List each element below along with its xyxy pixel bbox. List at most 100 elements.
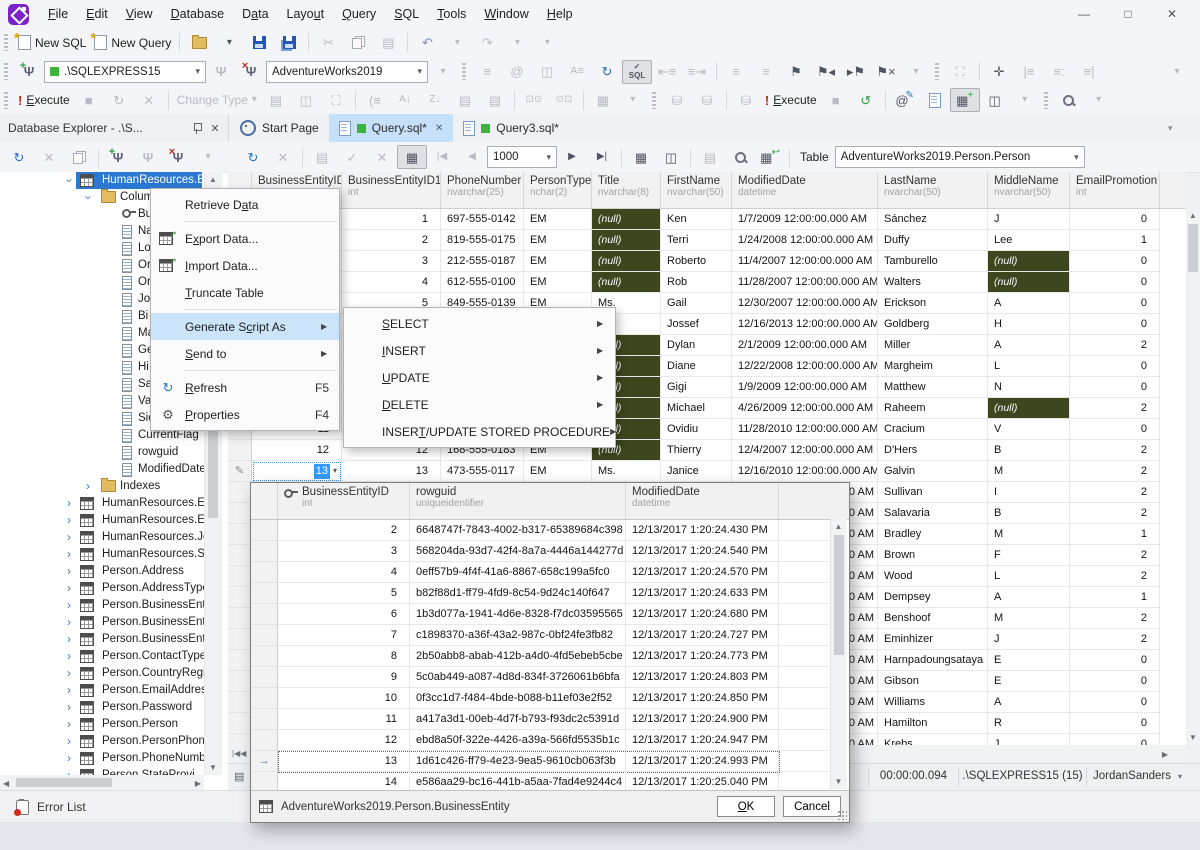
popup-column-header-rowguid[interactable]: rowguiduniqueidentifier	[410, 483, 626, 519]
cell-rowguid[interactable]: 0eff57b9-4f4f-41a6-8867-658c199a5fc0	[410, 562, 626, 583]
cell-modifieddate[interactable]: 12/13/2017 1:20:24.900 PM	[626, 709, 779, 730]
show-panel-button[interactable]: ◫	[291, 88, 321, 112]
chevron-collapsed-icon[interactable]: ›	[64, 614, 74, 631]
grid-vertical-scrollbar[interactable]: ▲ ▼	[1186, 208, 1200, 745]
popup-row-header[interactable]	[251, 730, 278, 751]
database-dropdown[interactable]: ▾	[428, 60, 458, 84]
cell-lastname[interactable]: Bradley	[878, 524, 988, 545]
menu-layout[interactable]: Layout	[278, 7, 334, 21]
cell-emailpromotion[interactable]: 2	[1070, 440, 1160, 461]
cell-businessentityid1[interactable]: 1	[342, 209, 441, 230]
cell-emailpromotion[interactable]: 0	[1070, 209, 1160, 230]
cell-modifieddate[interactable]: 12/13/2017 1:20:24.540 PM	[626, 541, 779, 562]
cell-modifieddate[interactable]: 4/26/2009 12:00:00.000 AM	[732, 398, 878, 419]
quick-find-button[interactable]	[725, 145, 755, 169]
tree-item-person-businessentit[interactable]: ›Person.BusinessEntit	[0, 597, 204, 614]
cell-firstname[interactable]: Terri	[661, 230, 732, 251]
explorer-copy-button[interactable]	[64, 145, 94, 169]
cell-rowguid[interactable]: 1b3d077a-1941-4d6e-8328-f7dc03595565	[410, 604, 626, 625]
toolbar-grip[interactable]	[652, 92, 656, 109]
popup-row-header[interactable]	[251, 667, 278, 688]
cell-modifieddate[interactable]: 12/13/2017 1:20:25.040 PM	[626, 772, 779, 790]
cell-lastname[interactable]: Erickson	[878, 293, 988, 314]
cell-firstname[interactable]: Rob	[661, 272, 732, 293]
redo-button[interactable]: ↷	[472, 31, 502, 55]
cell-emailpromotion[interactable]: 1	[1070, 230, 1160, 251]
cell-middlename[interactable]: L	[988, 566, 1070, 587]
tree-item-indexes[interactable]: ›Indexes	[0, 478, 204, 495]
cell-emailpromotion[interactable]: 2	[1070, 608, 1160, 629]
tree-item-person-contacttype[interactable]: ›Person.ContactType	[0, 648, 204, 665]
cell-persontype[interactable]: EM	[524, 251, 592, 272]
cell-modifieddate[interactable]: 12/30/2007 12:00:00.000 AM	[732, 293, 878, 314]
explorer-connect-button[interactable]: Ψ	[133, 145, 163, 169]
cell-lastname[interactable]: Brown	[878, 545, 988, 566]
cell-title[interactable]: (null)	[592, 209, 661, 230]
cell-lastname[interactable]: Tamburello	[878, 251, 988, 272]
cell-businessentityid[interactable]: 2	[278, 520, 410, 541]
toolbar-options-dropdown[interactable]: ▾	[1162, 60, 1192, 84]
cell-rowguid[interactable]: a417a3d1-00eb-4d7f-b793-f93dc2c5391d	[410, 709, 626, 730]
cell-businessentityid[interactable]: 5	[278, 583, 410, 604]
email-button[interactable]: @	[502, 60, 532, 84]
menu-file[interactable]: File	[39, 7, 77, 21]
edit-document-button[interactable]	[920, 88, 950, 112]
column-header-lastname[interactable]: LastNamenvarchar(50)	[878, 172, 988, 208]
cell-emailpromotion[interactable]: 0	[1070, 713, 1160, 734]
cell-lastname[interactable]: Margheim	[878, 356, 988, 377]
context-menu-item-retrieve-data[interactable]: Retrieve Data	[151, 191, 339, 218]
popup-column-header-modifieddate[interactable]: ModifiedDatedatetime	[626, 483, 779, 519]
disconnect-button[interactable]: Ψ×	[236, 60, 266, 84]
menu-query[interactable]: Query	[333, 7, 385, 21]
cell-rowguid[interactable]: e586aa29-bc16-441b-a5aa-7fad4e9244c4	[410, 772, 626, 790]
cell-modifieddate[interactable]: 12/13/2017 1:20:24.727 PM	[626, 625, 779, 646]
column-header-middlename[interactable]: MiddleNamenvarchar(50)	[988, 172, 1070, 208]
status-user-dropdown-icon[interactable]: ▾	[1178, 772, 1182, 781]
tree-item-person-personphone[interactable]: ›Person.PersonPhone	[0, 733, 204, 750]
popup-row[interactable]: 12ebd8a50f-322e-4426-a39a-566fd5535b1c12…	[251, 730, 849, 751]
chevron-collapsed-icon[interactable]: ›	[64, 767, 74, 775]
cell-middlename[interactable]: (null)	[988, 251, 1070, 272]
cell-rowguid[interactable]: c1898370-a36f-43a2-987c-0bf24fe3fb82	[410, 625, 626, 646]
layout-dropdown[interactable]: ▾	[1010, 88, 1040, 112]
popup-row[interactable]: 40eff57b9-4f4f-41a6-8867-658c199a5fc012/…	[251, 562, 849, 583]
uncomment-button[interactable]: ≡	[751, 60, 781, 84]
cell-middlename[interactable]: V	[988, 419, 1070, 440]
import-export-button[interactable]: ▤	[307, 145, 337, 169]
cell-businessentityid[interactable]: 8	[278, 646, 410, 667]
cell-modifieddate[interactable]: 12/13/2017 1:20:24.680 PM	[626, 604, 779, 625]
cell-modifieddate[interactable]: 1/9/2009 12:00:00.000 AM	[732, 377, 878, 398]
cell-businessentityid[interactable]: 13▾	[252, 461, 342, 482]
popup-row[interactable]: 26648747f-7843-4002-b317-65389684c39812/…	[251, 520, 849, 541]
cell-middlename[interactable]: I	[988, 482, 1070, 503]
tree-item-person-businessentit[interactable]: ›Person.BusinessEntit	[0, 631, 204, 648]
decrease-indent-button[interactable]: ⇤≡	[652, 60, 682, 84]
cell-lastname[interactable]: Harnpadoungsataya	[878, 650, 988, 671]
popup-row[interactable]: 82b50abb8-abab-412b-a4d0-4fd5ebeb5cbe12/…	[251, 646, 849, 667]
cell-middlename[interactable]: E	[988, 650, 1070, 671]
cell-rowguid[interactable]: 6648747f-7843-4002-b317-65389684c398	[410, 520, 626, 541]
cell-firstname[interactable]: Gail	[661, 293, 732, 314]
popup-row-header[interactable]: →	[251, 751, 278, 772]
copy-button[interactable]	[343, 31, 373, 55]
comment-button[interactable]: ≡	[721, 60, 751, 84]
cell-middlename[interactable]: A	[988, 692, 1070, 713]
sort-ascending-button[interactable]: A↓	[390, 88, 420, 112]
row-header[interactable]	[228, 713, 252, 734]
pagination-mode-button[interactable]: ▦	[397, 145, 427, 169]
popup-row[interactable]: 100f3cc1d7-f484-4bde-b088-b11ef03e2f5212…	[251, 688, 849, 709]
close-tab-icon[interactable]: ✕	[435, 123, 443, 134]
cell-lastname[interactable]: Benshoof	[878, 608, 988, 629]
close-panel-button[interactable]: ✕	[202, 122, 228, 135]
cell-firstname[interactable]: Jossef	[661, 314, 732, 335]
tree-item-person-addresstype[interactable]: ›Person.AddressType	[0, 580, 204, 597]
cell-businessentityid[interactable]: 12	[252, 440, 342, 461]
chevron-collapsed-icon[interactable]: ›	[64, 495, 74, 512]
next-page-button[interactable]: ▶	[557, 145, 587, 169]
grid-view-toggle-button[interactable]: ▦	[626, 145, 656, 169]
align-left-button[interactable]: |≡	[1014, 60, 1044, 84]
cell-title[interactable]: (null)	[592, 251, 661, 272]
database-time-button[interactable]: ⛁	[692, 88, 722, 112]
table-row[interactable]: 11697-555-0142EM(null)Ken1/7/2009 12:00:…	[228, 209, 1186, 230]
column-header-phonenumber[interactable]: PhoneNumbernvarchar(25)	[441, 172, 524, 208]
